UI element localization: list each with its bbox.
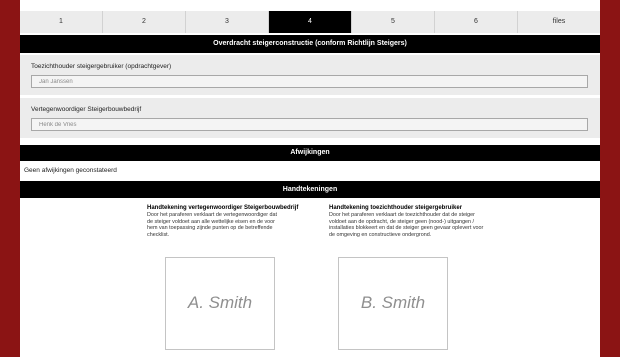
signature-title-toezichthouder: Handtekening toezichthouder steigergebru…	[329, 205, 463, 211]
signature-description-vertegenwoordiger: Door het paraferen verklaart de vertegen…	[147, 212, 278, 238]
section-header-handtekeningen: Handtekeningen	[20, 181, 600, 198]
toezichthouder-field-group: Toezichthouder steigergebruiker (opdrach…	[20, 55, 600, 95]
tab-2[interactable]: 2	[103, 11, 186, 33]
tab-1[interactable]: 1	[20, 11, 103, 33]
signature-pad-vertegenwoordiger[interactable]: A. Smith	[165, 257, 275, 350]
signature-title-vertegenwoordiger: Handtekening vertegenwoordiger Steigerbo…	[147, 205, 299, 211]
form-page: 1 2 3 4 5 6 files Overdracht steigercons…	[20, 0, 600, 357]
step-tabs: 1 2 3 4 5 6 files	[20, 11, 600, 33]
vertegenwoordiger-label: Vertegenwoordiger Steigerbouwbedrijf	[31, 106, 142, 113]
tab-6[interactable]: 6	[435, 11, 518, 33]
signature-pad-toezichthouder[interactable]: B. Smith	[338, 257, 448, 350]
toezichthouder-label: Toezichthouder steigergebruiker (opdrach…	[31, 63, 172, 70]
tab-4[interactable]: 4	[269, 11, 352, 33]
vertegenwoordiger-field-group: Vertegenwoordiger Steigerbouwbedrijf	[20, 98, 600, 138]
tab-5[interactable]: 5	[352, 11, 435, 33]
signature-description-toezichthouder: Door het paraferen verklaart de toezicht…	[329, 212, 484, 238]
signature-toezichthouder: B. Smith	[360, 293, 426, 312]
signature-vertegenwoordiger: A. Smith	[187, 293, 253, 312]
tab-files[interactable]: files	[518, 11, 600, 33]
tab-3[interactable]: 3	[186, 11, 269, 33]
signature-column-vertegenwoordiger: Handtekening vertegenwoordiger Steigerbo…	[147, 205, 332, 238]
section-header-afwijkingen: Afwijkingen	[20, 145, 600, 161]
vertegenwoordiger-input[interactable]	[31, 118, 588, 131]
section-header-overdracht: Overdracht steigerconstructie (conform R…	[20, 35, 600, 53]
afwijkingen-text: Geen afwijkingen geconstateerd	[24, 167, 117, 174]
toezichthouder-input[interactable]	[31, 75, 588, 88]
signature-column-toezichthouder: Handtekening toezichthouder steigergebru…	[329, 205, 509, 238]
